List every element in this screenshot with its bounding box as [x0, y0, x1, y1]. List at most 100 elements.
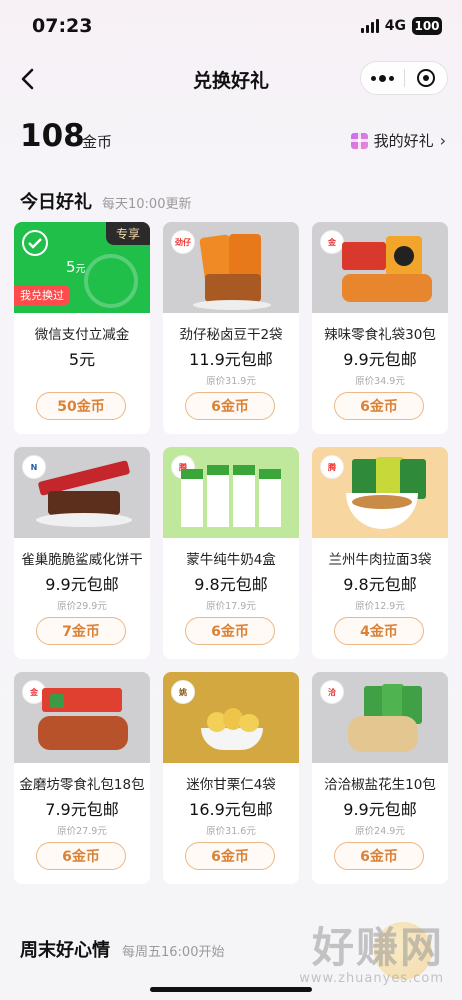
product-price: 16.9元包邮 — [189, 800, 273, 819]
product-price: 11.9元包邮 — [189, 350, 273, 369]
redeemed-badge: 我兑换过 — [14, 285, 70, 305]
gift-card[interactable]: 金 金磨坊零食礼包18包 7.9元包邮 原价27.9元 6金币 — [14, 672, 150, 884]
snack-pack-green — [50, 694, 64, 708]
snack-packs — [342, 242, 386, 270]
brand-logo: 腾 — [320, 455, 344, 479]
checkmark-icon — [84, 254, 138, 308]
gift-card[interactable]: 5元 专享 我兑换过 微信支付立减金 5元 50金币 — [14, 222, 150, 434]
gift-card[interactable]: 劲仔 劲仔秘卤豆干2袋 11.9元包邮 原价31.9元 6金币 — [163, 222, 299, 434]
product-image: 腾 — [163, 447, 299, 538]
noodle-soup — [352, 495, 412, 509]
exclusive-tag: 专享 — [105, 222, 150, 245]
plate — [36, 513, 132, 527]
brand-logo: 姚 — [171, 680, 195, 704]
redeem-button[interactable]: 6金币 — [334, 392, 424, 420]
original-price: 原价17.9元 — [206, 601, 256, 612]
gift-icon — [350, 132, 368, 149]
product-image: 金 — [312, 222, 448, 313]
product-price: 9.8元包邮 — [194, 575, 268, 594]
close-miniapp-button[interactable] — [404, 62, 447, 94]
product-price: 9.8元包邮 — [343, 575, 417, 594]
watermark-text: 好赚网 — [311, 923, 444, 972]
peanut-pile — [348, 716, 418, 752]
original-price: 原价24.9元 — [355, 826, 405, 837]
brand-logo: N — [22, 455, 46, 479]
wechat-pay-icon — [22, 230, 48, 256]
today-section-header: 今日好礼 每天10:00更新 — [20, 188, 191, 214]
bowl — [201, 728, 263, 750]
redeem-button[interactable]: 6金币 — [36, 842, 126, 870]
product-image: N — [14, 447, 150, 538]
redeem-button[interactable]: 6金币 — [334, 842, 424, 870]
watermark: 好赚网 www.zhuanyes.com — [299, 914, 444, 986]
redeem-button[interactable]: 6金币 — [185, 842, 275, 870]
original-price: 原价12.9元 — [355, 601, 405, 612]
redeem-button[interactable]: 4金币 — [334, 617, 424, 645]
brand-logo: 劲仔 — [171, 230, 195, 254]
gift-card[interactable]: N 雀巢脆脆鲨威化饼干 9.9元包邮 原价29.9元 7金币 — [14, 447, 150, 659]
gift-card[interactable]: 金 辣味零食礼袋30包 9.9元包邮 原价34.9元 6金币 — [312, 222, 448, 434]
milk-carton — [207, 465, 229, 527]
nav-bar: 兑换好礼 — [0, 52, 462, 106]
coins-summary: 108 金币 我的好礼 › — [20, 118, 450, 158]
network-label: 4G — [384, 18, 406, 34]
dot-icon — [388, 75, 394, 81]
weekend-section-header: 周末好心情 每周五16:00开始 — [20, 936, 224, 962]
product-name: 兰州牛肉拉面3袋 — [328, 552, 432, 568]
coin-unit: 金币 — [82, 133, 113, 151]
plate — [193, 300, 271, 310]
gift-grid: 5元 专享 我兑换过 微信支付立减金 5元 50金币 劲仔 劲仔秘卤豆干2袋 1… — [14, 222, 448, 884]
product-image: 姚 — [163, 672, 299, 763]
product-name: 蒙牛纯牛奶4盒 — [186, 552, 276, 568]
redeem-button[interactable]: 6金币 — [185, 392, 275, 420]
product-image: 洽 — [312, 672, 448, 763]
product-name: 金磨坊零食礼包18包 — [19, 777, 145, 793]
section-subtitle: 每天10:00更新 — [102, 197, 192, 212]
status-indicators: 4G 100 — [360, 17, 442, 35]
milk-carton — [181, 469, 203, 527]
product-image: 劲仔 — [163, 222, 299, 313]
my-gifts-link[interactable]: 我的好礼 › — [350, 130, 446, 151]
redeem-button[interactable]: 7金币 — [36, 617, 126, 645]
snack-pile — [342, 274, 432, 302]
original-price: 原价34.9元 — [355, 376, 405, 387]
home-indicator — [150, 987, 312, 992]
section-subtitle: 每周五16:00开始 — [122, 945, 225, 960]
chestnut — [239, 714, 259, 732]
original-price — [14, 373, 150, 385]
tofu-block — [205, 274, 261, 302]
my-gifts-label: 我的好礼 — [373, 132, 434, 150]
voucher-amount: 5元 — [66, 258, 86, 276]
panda-print — [394, 246, 414, 266]
more-menu-button[interactable] — [361, 62, 404, 94]
product-name: 洽洽椒盐花生10包 — [324, 777, 436, 793]
dot-icon — [370, 75, 376, 81]
product-name: 劲仔秘卤豆干2袋 — [179, 327, 283, 343]
product-name: 微信支付立减金 — [34, 327, 130, 343]
status-bar: 07:23 4G 100 — [0, 0, 462, 52]
product-image: 腾 — [312, 447, 448, 538]
redeem-button[interactable]: 50金币 — [36, 392, 126, 420]
sausage-pile — [38, 716, 128, 750]
brand-logo: 洽 — [320, 680, 344, 704]
product-name: 辣味零食礼袋30包 — [324, 327, 436, 343]
product-name: 迷你甘栗仁4袋 — [186, 777, 276, 793]
product-price: 9.9元包邮 — [343, 350, 417, 369]
gift-card[interactable]: 腾 兰州牛肉拉面3袋 9.8元包邮 原价12.9元 4金币 — [312, 447, 448, 659]
product-price: 5元 — [68, 350, 96, 369]
chevron-right-icon: › — [439, 131, 446, 150]
gift-card[interactable]: 姚 迷你甘栗仁4袋 16.9元包邮 原价31.6元 6金币 — [163, 672, 299, 884]
original-price: 原价31.9元 — [206, 376, 256, 387]
gift-card[interactable]: 洽 洽洽椒盐花生10包 9.9元包邮 原价24.9元 6金币 — [312, 672, 448, 884]
original-price: 原价29.9元 — [57, 601, 107, 612]
miniapp-capsule — [360, 61, 448, 95]
gift-card[interactable]: 腾 蒙牛纯牛奶4盒 9.8元包邮 原价17.9元 6金币 — [163, 447, 299, 659]
brand-logo: 金 — [320, 230, 344, 254]
product-price: 7.9元包邮 — [45, 800, 119, 819]
original-price: 原价31.6元 — [206, 826, 256, 837]
product-name: 雀巢脆脆鲨威化饼干 — [21, 552, 143, 568]
battery-icon: 100 — [412, 17, 442, 35]
redeem-button[interactable]: 6金币 — [185, 617, 275, 645]
signal-icon — [360, 19, 379, 33]
section-title: 周末好心情 — [20, 940, 110, 961]
